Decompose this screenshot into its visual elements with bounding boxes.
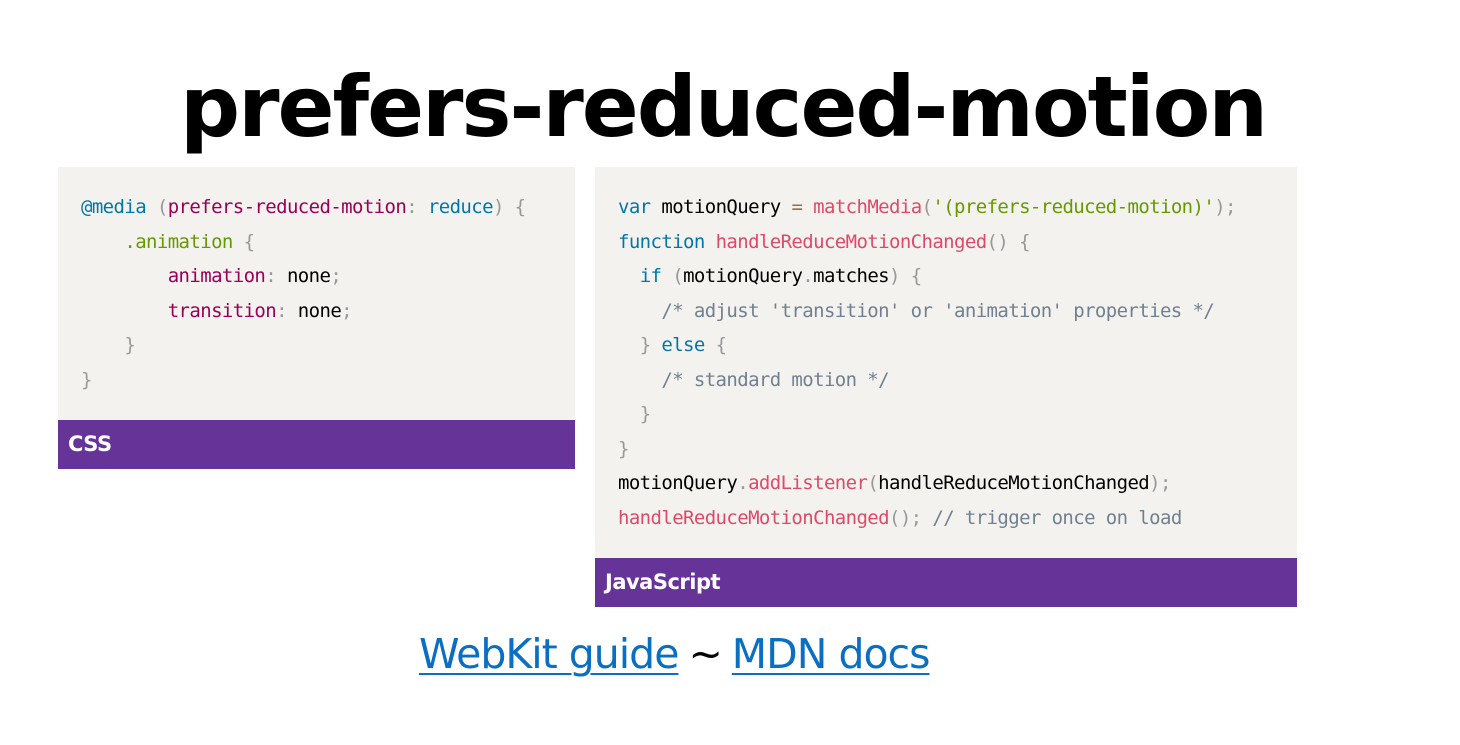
js-token: { [1019, 230, 1030, 253]
css-token: ) [492, 196, 504, 218]
css-code-block: @media (prefers-reduced-motion: reduce) … [58, 167, 575, 397]
js-line-6: /* standard motion */ [618, 369, 889, 391]
javascript-code-panel: var motionQuery = matchMedia('(prefers-r… [595, 167, 1297, 607]
css-line-5: } [81, 334, 135, 356]
js-token: } [639, 334, 651, 356]
js-token: // trigger once on load [932, 506, 1182, 529]
js-line-4: /* adjust 'transition' or 'animation' pr… [618, 300, 1214, 322]
js-line-5: } else { [618, 334, 727, 356]
js-token: function [618, 230, 705, 253]
css-token: ( [156, 196, 168, 218]
js-token: { [715, 334, 727, 356]
css-line-6: } [81, 369, 92, 391]
js-line-3: if (motionQuery.matches) { [618, 265, 922, 287]
js-token: handleReduceMotionChanged [878, 472, 1150, 494]
js-token: ( [867, 472, 879, 494]
js-token: matches [813, 265, 890, 287]
js-token: motionQuery [661, 196, 781, 218]
js-token: motionQuery [618, 472, 738, 494]
js-token: = [791, 196, 803, 218]
js-token: matchMedia [813, 196, 922, 218]
js-token: . [737, 472, 749, 494]
js-line-8: } [618, 438, 629, 460]
js-token: if [639, 265, 662, 287]
webkit-guide-link[interactable]: WebKit guide [419, 630, 679, 678]
javascript-code-block: var motionQuery = matchMedia('(prefers-r… [595, 167, 1297, 535]
css-token: ; [330, 265, 342, 287]
js-token: /* adjust 'transition' or 'animation' pr… [661, 299, 1215, 322]
js-token: . [802, 265, 814, 287]
css-token: ; [341, 299, 352, 322]
css-token: transition [167, 299, 277, 322]
css-token: none [297, 299, 342, 322]
js-token: else [661, 334, 705, 356]
js-token: motionQuery [683, 265, 803, 287]
js-token: () [986, 230, 1009, 253]
js-token: ( [672, 265, 684, 287]
js-token: ); [1214, 196, 1236, 218]
css-language-label: CSS [58, 420, 575, 469]
css-line-3: animation: none; [81, 265, 342, 287]
js-token: ); [1149, 472, 1171, 494]
js-token: '(prefers-reduced-motion)' [932, 196, 1215, 218]
css-line-1: @media (prefers-reduced-motion: reduce) … [81, 196, 526, 218]
css-line-4: transition: none; [81, 299, 353, 322]
js-token: addListener [748, 472, 868, 494]
js-token: (); [888, 506, 922, 529]
js-token: var [618, 196, 651, 218]
css-token: } [124, 334, 136, 356]
js-token: { [910, 265, 922, 287]
js-line-7: } [618, 403, 651, 425]
css-code-panel: @media (prefers-reduced-motion: reduce) … [58, 167, 575, 469]
css-token: : [265, 265, 277, 287]
link-separator: ~ [688, 630, 722, 678]
css-token: { [243, 230, 255, 253]
js-token: handleReduceMotionChanged [715, 230, 988, 253]
css-token: .animation [124, 230, 233, 253]
css-token: prefers-reduced-motion [167, 196, 407, 218]
js-token: } [618, 437, 629, 460]
slide-title: prefers-reduced-motion [180, 58, 1268, 156]
css-token: @media [81, 196, 147, 218]
js-token: ) [889, 265, 900, 287]
js-token: } [639, 403, 651, 425]
js-line-1: var motionQuery = matchMedia('(prefers-r… [618, 196, 1236, 218]
js-line-10: handleReduceMotionChanged(); // trigger … [618, 507, 1182, 529]
javascript-language-label: JavaScript [595, 558, 1297, 607]
css-token: { [514, 196, 526, 218]
css-token: reduce [427, 196, 494, 218]
css-token: : [276, 299, 287, 322]
css-token: none [286, 265, 331, 287]
js-token: /* standard motion */ [661, 368, 889, 391]
js-token: ( [921, 196, 933, 218]
css-token: } [81, 368, 92, 391]
js-line-2: function handleReduceMotionChanged() { [618, 230, 1031, 253]
css-line-2: .animation { [81, 230, 255, 253]
css-token: : [406, 196, 418, 218]
css-token: animation [167, 265, 266, 287]
mdn-docs-link[interactable]: MDN docs [732, 630, 931, 678]
js-token: handleReduceMotionChanged [618, 506, 890, 529]
reference-links: WebKit guide ~ MDN docs [419, 622, 931, 686]
js-line-9: motionQuery.addListener(handleReduceMoti… [618, 472, 1171, 494]
